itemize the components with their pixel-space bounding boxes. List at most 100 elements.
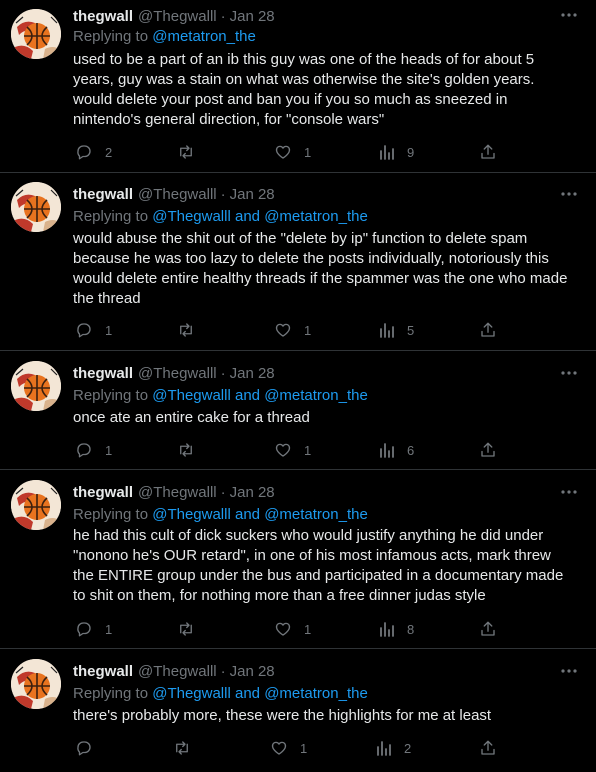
views-icon: [379, 322, 395, 338]
display-name[interactable]: thegwall: [73, 484, 133, 501]
tweet-actions: 1 1 6: [0, 439, 596, 461]
retweet-button[interactable]: [176, 439, 208, 461]
like-icon: [274, 441, 292, 459]
retweet-button[interactable]: [172, 737, 204, 759]
reply-icon: [75, 321, 93, 339]
like-count: 1: [304, 442, 312, 458]
share-button[interactable]: [479, 141, 497, 163]
user-handle[interactable]: @Thegwalll: [138, 186, 217, 203]
separator-dot: ·: [220, 483, 226, 501]
tweet-header: thegwall @Thegwalll · Jan 28: [73, 482, 275, 502]
more-options-icon[interactable]: [558, 663, 580, 679]
views-icon: [379, 621, 395, 637]
share-icon: [479, 739, 497, 757]
share-button[interactable]: [479, 618, 497, 640]
avatar[interactable]: [11, 480, 61, 530]
reply-icon: [75, 739, 93, 757]
timestamp[interactable]: Jan 28: [230, 663, 275, 680]
mention-link[interactable]: @Thegwalll: [152, 506, 231, 523]
display-name[interactable]: thegwall: [73, 365, 133, 382]
timestamp[interactable]: Jan 28: [230, 484, 275, 501]
mention-joiner: and: [234, 506, 261, 523]
share-button[interactable]: [479, 319, 497, 341]
reply-button[interactable]: 1: [75, 618, 112, 640]
mention-link[interactable]: @metatron_the: [264, 208, 368, 225]
timestamp[interactable]: Jan 28: [230, 8, 275, 25]
views-count: 5: [407, 322, 415, 338]
timestamp[interactable]: Jan 28: [230, 186, 275, 203]
mention-link[interactable]: @metatron_the: [264, 387, 368, 404]
share-button[interactable]: [479, 439, 497, 461]
retweet-button[interactable]: [176, 319, 208, 341]
avatar[interactable]: [11, 182, 61, 232]
share-button[interactable]: [479, 737, 497, 759]
replying-to-label: Replying to: [73, 506, 149, 523]
reply-count: 1: [105, 442, 113, 458]
reply-icon: [75, 620, 93, 638]
more-options-icon[interactable]: [558, 186, 580, 202]
replying-to-label: Replying to: [73, 387, 149, 404]
tweet[interactable]: thegwall @Thegwalll · Jan 28 Replying to…: [0, 173, 596, 351]
share-icon: [479, 441, 497, 459]
avatar[interactable]: [11, 659, 61, 709]
views-button[interactable]: 9: [379, 141, 414, 163]
thread: thegwall @Thegwalll · Jan 28 Replying to…: [0, 0, 596, 772]
avatar[interactable]: [11, 361, 61, 411]
like-button[interactable]: 1: [274, 319, 311, 341]
user-handle[interactable]: @Thegwalll: [138, 8, 217, 25]
reply-button[interactable]: [75, 737, 105, 759]
like-button[interactable]: 1: [274, 141, 311, 163]
display-name[interactable]: thegwall: [73, 186, 133, 203]
like-button[interactable]: 1: [274, 439, 311, 461]
tweet[interactable]: thegwall @Thegwalll · Jan 28 Replying to…: [0, 649, 596, 772]
views-button[interactable]: 5: [379, 319, 414, 341]
mention-link[interactable]: @Thegwalll: [152, 387, 231, 404]
display-name[interactable]: thegwall: [73, 663, 133, 680]
more-options-icon[interactable]: [558, 484, 580, 500]
replying-to: Replying to @metatron_the: [73, 28, 256, 45]
share-icon: [479, 321, 497, 339]
views-icon: [379, 144, 395, 160]
user-handle[interactable]: @Thegwalll: [138, 663, 217, 680]
retweet-button[interactable]: [176, 141, 208, 163]
reply-icon: [75, 441, 93, 459]
mention-link[interactable]: @Thegwalll: [152, 208, 231, 225]
mention-link[interactable]: @metatron_the: [264, 685, 368, 702]
views-count: 8: [407, 621, 415, 637]
reply-count: 1: [105, 621, 113, 637]
avatar-icon: [11, 182, 61, 232]
replying-to-label: Replying to: [73, 685, 149, 702]
user-handle[interactable]: @Thegwalll: [138, 365, 217, 382]
separator-dot: ·: [220, 7, 226, 25]
replying-to: Replying to @Thegwalll and @metatron_the: [73, 506, 368, 523]
avatar[interactable]: [11, 9, 61, 59]
mention-link[interactable]: @Thegwalll: [152, 685, 231, 702]
views-button[interactable]: 6: [379, 439, 414, 461]
mention-link[interactable]: @metatron_the: [264, 506, 368, 523]
tweet[interactable]: thegwall @Thegwalll · Jan 28 Replying to…: [0, 351, 596, 470]
tweet-header: thegwall @Thegwalll · Jan 28: [73, 184, 275, 204]
replying-to-label: Replying to: [73, 28, 149, 45]
tweet[interactable]: thegwall @Thegwalll · Jan 28 Replying to…: [0, 470, 596, 649]
user-handle[interactable]: @Thegwalll: [138, 484, 217, 501]
like-button[interactable]: 1: [274, 618, 311, 640]
display-name[interactable]: thegwall: [73, 8, 133, 25]
like-count: 1: [304, 322, 312, 338]
share-icon: [479, 143, 497, 161]
timestamp[interactable]: Jan 28: [230, 365, 275, 382]
reply-button[interactable]: 1: [75, 439, 112, 461]
reply-button[interactable]: 1: [75, 319, 112, 341]
views-button[interactable]: 2: [376, 737, 411, 759]
like-icon: [270, 739, 288, 757]
retweet-button[interactable]: [176, 618, 208, 640]
retweet-icon: [172, 739, 192, 757]
more-options-icon[interactable]: [558, 7, 580, 23]
like-count: 1: [304, 621, 312, 637]
reply-button[interactable]: 2: [75, 141, 112, 163]
views-button[interactable]: 8: [379, 618, 414, 640]
more-options-icon[interactable]: [558, 365, 580, 381]
tweet-actions: 1 1 8: [0, 618, 596, 640]
like-button[interactable]: 1: [270, 737, 307, 759]
tweet[interactable]: thegwall @Thegwalll · Jan 28 Replying to…: [0, 0, 596, 173]
mention-link[interactable]: @metatron_the: [152, 28, 256, 45]
